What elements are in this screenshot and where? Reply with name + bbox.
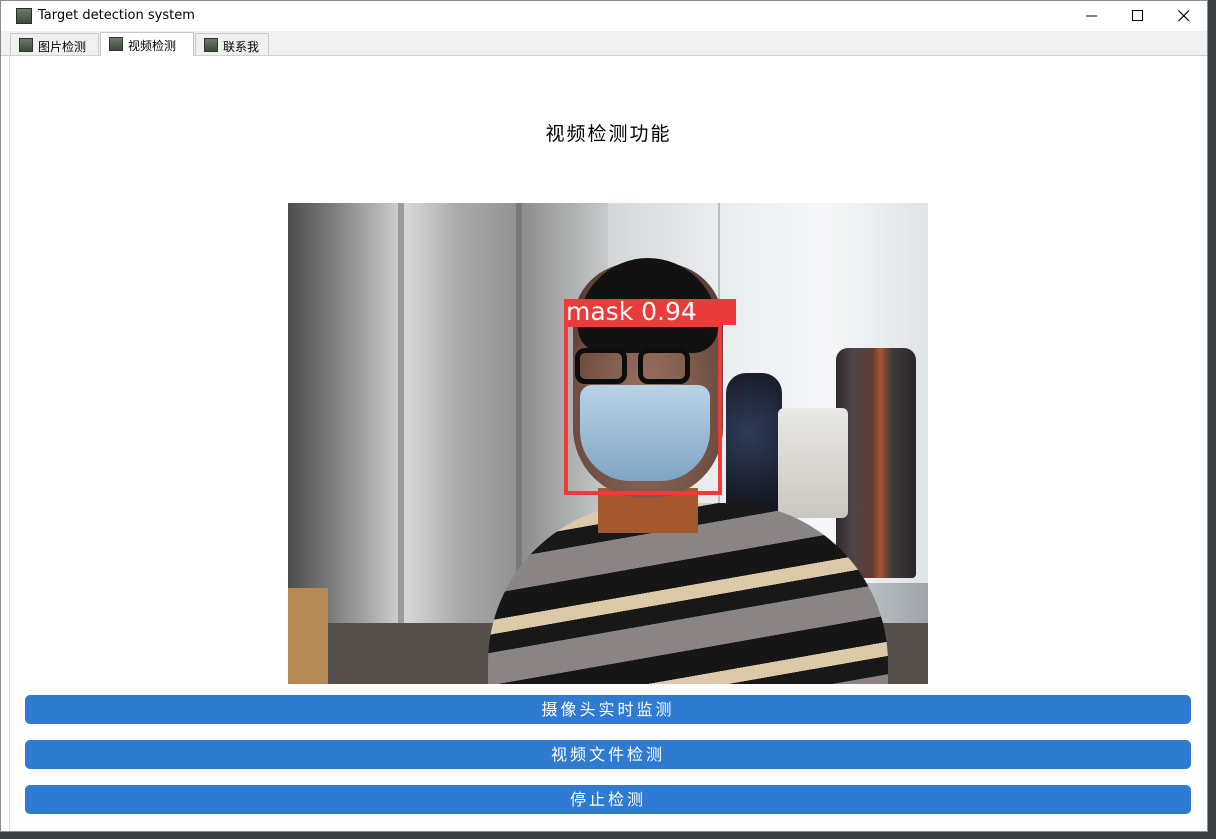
video-detection-panel: 视频检测功能 mask 0.94 摄像头实时监测 视频文件检测 停止检测	[9, 56, 1207, 831]
tab-label: 视频检测	[128, 39, 177, 53]
camera-realtime-button[interactable]: 摄像头实时监测	[25, 695, 1191, 724]
detection-box	[564, 323, 722, 495]
scene-wall-crease	[516, 203, 522, 623]
app-window: Target detection system 图片检测 视频检测 联系我 视频…	[0, 0, 1208, 832]
tab-label: 联系我	[223, 40, 260, 54]
tab-image-icon	[19, 38, 33, 52]
tab-contact[interactable]: 联系我	[195, 33, 269, 55]
page-title: 视频检测功能	[545, 123, 672, 145]
maximize-button[interactable]	[1115, 1, 1161, 31]
minimize-icon	[1086, 15, 1097, 17]
tab-contact-icon	[204, 38, 218, 52]
scene-backpack	[726, 373, 782, 523]
scene-wall-crease	[398, 203, 404, 623]
window-title: Target detection system	[38, 8, 195, 23]
tab-bar: 图片检测 视频检测 联系我	[1, 31, 1207, 56]
detection-label: mask 0.94	[564, 299, 736, 325]
tab-video-icon	[109, 37, 123, 51]
scene-shelf	[288, 588, 328, 684]
tab-image-detection[interactable]: 图片检测	[10, 33, 99, 55]
minimize-button[interactable]	[1069, 1, 1115, 31]
title-bar[interactable]: Target detection system	[1, 1, 1207, 31]
app-icon	[16, 8, 32, 24]
close-icon	[1178, 10, 1190, 22]
tab-video-detection[interactable]: 视频检测	[100, 32, 194, 56]
tab-label: 图片检测	[38, 40, 87, 54]
scene-clothes	[836, 348, 916, 578]
scene-tote-bag	[778, 408, 848, 518]
video-file-button[interactable]: 视频文件检测	[25, 740, 1191, 769]
video-frame: mask 0.94	[288, 203, 928, 684]
stop-detection-button[interactable]: 停止检测	[25, 785, 1191, 814]
maximize-icon	[1132, 10, 1143, 21]
close-button[interactable]	[1161, 1, 1207, 31]
